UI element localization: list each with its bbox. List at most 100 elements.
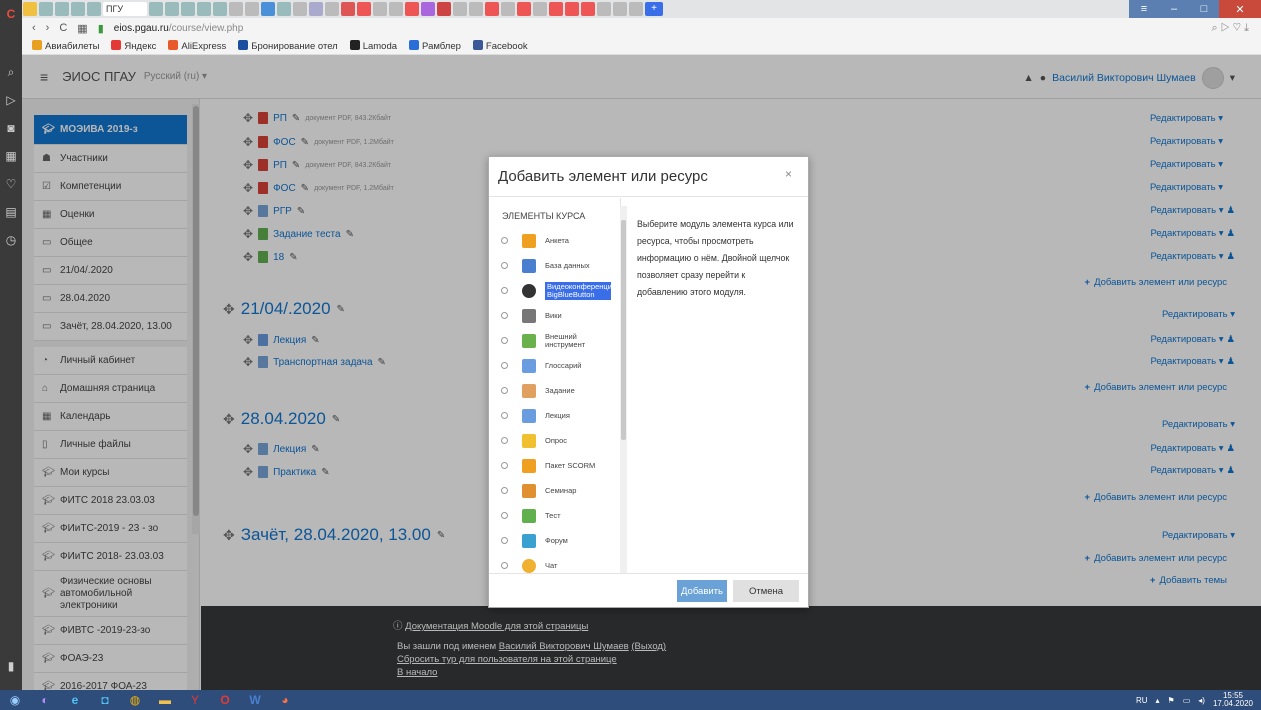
option-choice[interactable]: Опрос (489, 428, 620, 453)
minimize-icon[interactable]: – (1159, 0, 1189, 18)
tab[interactable] (277, 2, 291, 16)
note-icon[interactable]: ▤ (0, 198, 22, 226)
option-glossary[interactable]: Глоссарий (489, 353, 620, 378)
tab[interactable] (421, 2, 435, 16)
tab[interactable] (565, 2, 579, 16)
option-assignment[interactable]: Задание (489, 378, 620, 403)
radio[interactable] (501, 362, 508, 369)
tab-active[interactable]: ПГУ (103, 2, 147, 16)
tab[interactable] (245, 2, 259, 16)
option-wiki[interactable]: Вики (489, 303, 620, 328)
tab[interactable] (261, 2, 275, 16)
app-icon[interactable]: ◘ (90, 690, 120, 710)
tab[interactable] (309, 2, 323, 16)
tab[interactable] (613, 2, 627, 16)
tab[interactable] (71, 2, 85, 16)
tab[interactable] (485, 2, 499, 16)
tab[interactable] (23, 2, 37, 16)
new-tab-icon[interactable]: + (645, 2, 663, 16)
ie-icon[interactable]: e (60, 690, 90, 710)
tab[interactable] (517, 2, 531, 16)
back-icon[interactable]: ‹ (32, 22, 36, 34)
app-icon[interactable]: ◐ (30, 690, 60, 710)
option-forum[interactable]: Форум (489, 528, 620, 553)
option-quiz[interactable]: Тест (489, 503, 620, 528)
network-icon[interactable]: ▭ (1183, 696, 1191, 705)
tab[interactable] (165, 2, 179, 16)
option-external-tool[interactable]: Внешний инструмент (489, 328, 620, 353)
speed-dial-icon[interactable]: ▦ (77, 22, 87, 35)
bookmark[interactable]: AliExpress (168, 40, 226, 52)
tab[interactable] (405, 2, 419, 16)
bookmark[interactable]: Lamoda (349, 40, 397, 52)
radio[interactable] (501, 387, 508, 394)
reload-icon[interactable]: C (59, 22, 67, 34)
url-field[interactable]: eios.pgau.ru/course/view.php (114, 23, 244, 34)
volume-icon[interactable]: ◂) (1198, 696, 1205, 705)
list-scrollbar[interactable] (620, 206, 627, 574)
tab[interactable] (533, 2, 547, 16)
tab[interactable] (629, 2, 643, 16)
clock-icon[interactable]: ◷ (0, 226, 22, 254)
radio[interactable] (501, 437, 508, 444)
tab[interactable] (389, 2, 403, 16)
tab[interactable] (39, 2, 53, 16)
radio[interactable] (501, 487, 508, 494)
play-icon[interactable]: ▷ (0, 86, 22, 114)
option-workshop[interactable]: Семинар (489, 478, 620, 503)
bookmark[interactable]: Бронирование отел (238, 40, 338, 52)
grid-icon[interactable]: ▦ (0, 142, 22, 170)
radio[interactable] (501, 412, 508, 419)
radio[interactable] (501, 462, 508, 469)
camera-icon[interactable]: ◙ (0, 114, 22, 142)
yandex-browser-icon[interactable]: Y (180, 690, 210, 710)
bookmark[interactable]: Авиабилеты (32, 40, 99, 52)
explorer-icon[interactable]: ▬ (150, 690, 180, 710)
forward-icon[interactable]: › (46, 22, 50, 34)
browser-logo-icon[interactable]: C (0, 0, 22, 28)
radio[interactable] (501, 337, 508, 344)
search-icon[interactable]: ⌕ (0, 58, 22, 86)
add-button[interactable]: Добавить (677, 580, 727, 602)
heart-icon[interactable]: ♡ (1233, 22, 1241, 34)
tab[interactable] (373, 2, 387, 16)
option-database[interactable]: База данных (489, 253, 620, 278)
radio[interactable] (501, 287, 508, 294)
option-scorm[interactable]: Пакет SCORM (489, 453, 620, 478)
tab[interactable] (357, 2, 371, 16)
tab[interactable] (581, 2, 595, 16)
tab[interactable] (213, 2, 227, 16)
tab[interactable] (597, 2, 611, 16)
bookmark[interactable]: Яндекс (111, 40, 156, 52)
option-bigbluebutton[interactable]: Видеоконференция BigBlueButton (489, 278, 620, 303)
firefox-icon[interactable]: ◕ (270, 690, 300, 710)
tab[interactable] (549, 2, 563, 16)
language-indicator[interactable]: RU (1136, 696, 1148, 705)
panel-toggle-icon[interactable]: ▮ (0, 652, 22, 680)
tab[interactable] (55, 2, 69, 16)
tab[interactable] (501, 2, 515, 16)
radio[interactable] (501, 537, 508, 544)
tab[interactable] (87, 2, 101, 16)
heart-icon[interactable]: ♡ (0, 170, 22, 198)
close-icon[interactable]: × (785, 167, 792, 181)
chrome-icon[interactable]: ◍ (120, 690, 150, 710)
tab[interactable] (341, 2, 355, 16)
tab[interactable] (453, 2, 467, 16)
cancel-button[interactable]: Отмена (733, 580, 799, 602)
option-feedback[interactable]: Анкета (489, 228, 620, 253)
tab[interactable] (325, 2, 339, 16)
radio[interactable] (501, 512, 508, 519)
tab[interactable] (149, 2, 163, 16)
tab[interactable] (469, 2, 483, 16)
tab[interactable] (293, 2, 307, 16)
option-lesson[interactable]: Лекция (489, 403, 620, 428)
scroll-thumb[interactable] (621, 220, 626, 440)
radio[interactable] (501, 262, 508, 269)
opera-icon[interactable]: O (210, 690, 240, 710)
bookmark[interactable]: Рамблер (409, 40, 461, 52)
radio[interactable] (501, 312, 508, 319)
word-icon[interactable]: W (240, 690, 270, 710)
start-icon[interactable]: ◉ (0, 690, 30, 710)
radio[interactable] (501, 562, 508, 569)
